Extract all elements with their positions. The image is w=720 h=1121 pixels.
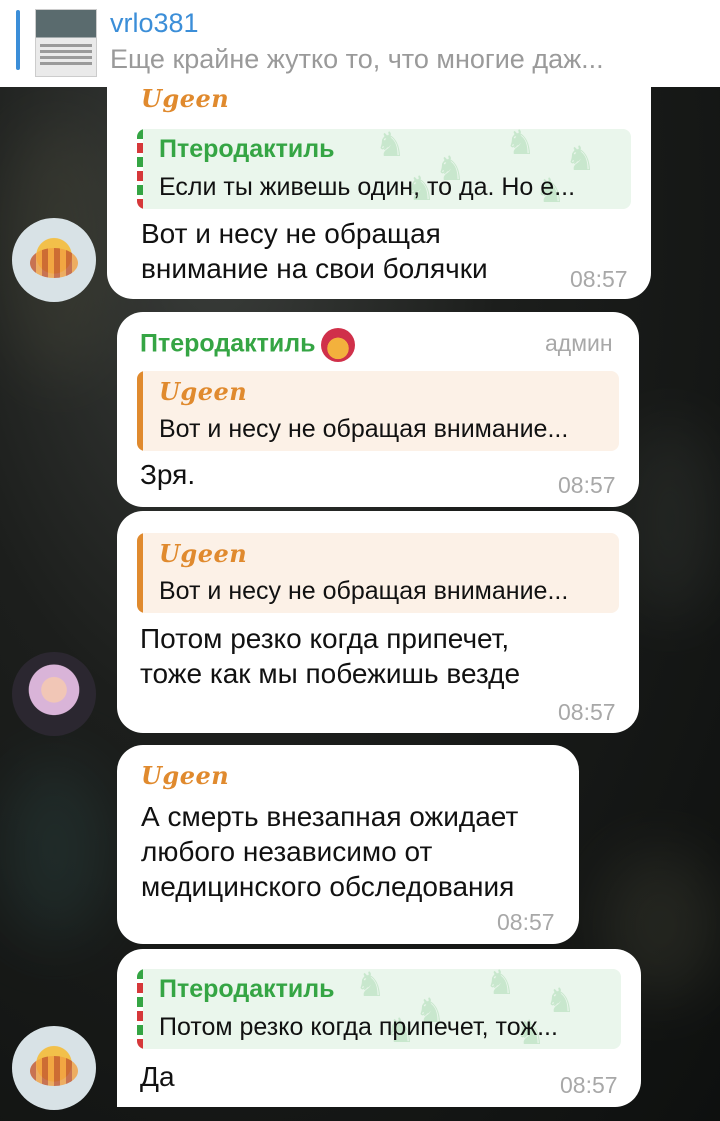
pinned-title: vrlo381 xyxy=(110,8,199,38)
message-time: 08:57 xyxy=(497,909,555,935)
avatar[interactable] xyxy=(12,652,96,736)
message-time: 08:57 xyxy=(560,1072,618,1098)
quote-text: Потом резко когда припечет, тож... xyxy=(159,1013,558,1041)
admin-badge: админ xyxy=(545,330,613,356)
quote-bar xyxy=(137,371,143,451)
quote-text: Если ты живешь один, то да. Но е... xyxy=(159,173,576,201)
message-time: 08:57 xyxy=(558,472,616,498)
pinned-message-bar[interactable]: vrlo381 Еще крайне жутко то, что многие … xyxy=(0,0,720,87)
quote-sender: Ugeen xyxy=(159,377,248,406)
reply-quote[interactable]: Ugeen Вот и несу не обращая внимание... xyxy=(137,533,619,613)
message-bubble[interactable]: Ugeen А смерть внезапная ожидает любого … xyxy=(117,745,579,944)
pinned-text: Еще крайне жутко то, что многие даж... xyxy=(110,44,604,74)
sender-name[interactable]: Ugeen xyxy=(141,761,229,790)
message-time: 08:57 xyxy=(558,699,616,725)
message-bubble[interactable]: Ugeen Вот и несу не обращая внимание... … xyxy=(117,511,639,733)
message-text: Вот и несу не обращая внимание на свои б… xyxy=(141,218,488,284)
message-time: 08:57 xyxy=(570,266,628,292)
pinned-accent-bar xyxy=(16,10,20,70)
quote-bar xyxy=(137,129,143,209)
burger-sticker-icon xyxy=(321,328,356,362)
message-text: Да xyxy=(140,1061,175,1092)
pinned-thumbnail xyxy=(35,9,97,77)
quote-bar xyxy=(137,533,143,613)
reply-quote[interactable]: ♞ ♞ ♞ ♞ ♞ ♞ Птеродактиль Если ты живешь один,… xyxy=(137,129,631,209)
message-text: Потом резко когда припечет, тоже как мы … xyxy=(140,623,521,689)
message-text: А смерть внезапная ожидает любого незави… xyxy=(141,801,519,902)
sender-name[interactable]: Ugeen xyxy=(141,84,229,113)
reply-quote[interactable]: ♞ ♞ ♞ ♞ ♞ ♞ Птеродактиль Потом резко когда пр… xyxy=(137,969,621,1049)
message-bubble[interactable]: Птеродактиль админ Ugeen Вот и несу не о… xyxy=(117,312,639,507)
message-text: Зря. xyxy=(140,459,196,490)
message-bubble[interactable]: Ugeen ♞ ♞ ♞ ♞ ♞ ♞ Птеродактиль Если ты живешь… xyxy=(107,78,651,299)
avatar[interactable] xyxy=(12,218,96,302)
quote-sender: Ugeen xyxy=(159,539,248,568)
quote-text: Вот и несу не обращая внимание... xyxy=(159,577,569,605)
sender-name[interactable]: Птеродактиль xyxy=(140,328,356,362)
quote-sender: Птеродактиль xyxy=(159,135,335,163)
quote-bar xyxy=(137,969,143,1049)
quote-sender: Птеродактиль xyxy=(159,975,335,1003)
reply-quote[interactable]: Ugeen Вот и несу не обращая внимание... xyxy=(137,371,619,451)
quote-text: Вот и несу не обращая внимание... xyxy=(159,415,569,443)
message-bubble[interactable]: ♞ ♞ ♞ ♞ ♞ ♞ Птеродактиль Потом резко когда пр… xyxy=(117,949,641,1107)
avatar[interactable] xyxy=(12,1026,96,1110)
